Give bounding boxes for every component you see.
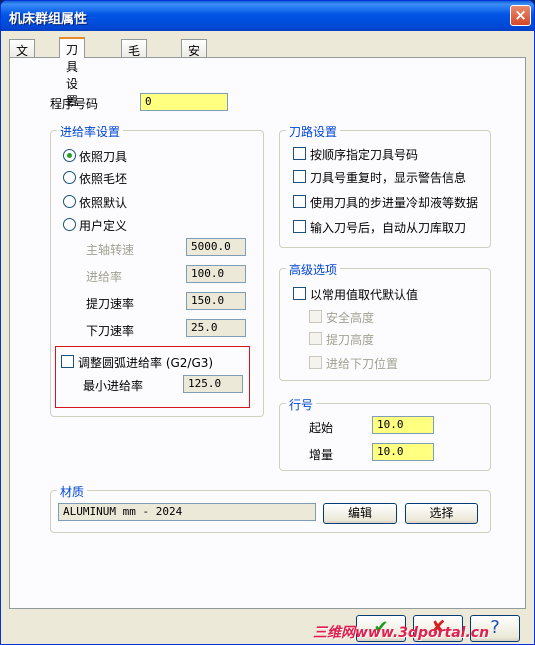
line-number-title: 行号 xyxy=(286,396,317,413)
arc-feed-label: 调整圆弧进给率 (G2/G3) xyxy=(78,356,214,370)
auto-library-label: 输入刀号后，自动从刀库取刀 xyxy=(310,221,467,235)
override-defaults-label: 以常用值取代默认值 xyxy=(310,288,419,302)
radio-user-defined-label: 用户定义 xyxy=(79,219,128,233)
use-tool-data-checkbox[interactable] xyxy=(293,195,306,208)
help-icon: ? xyxy=(490,617,500,638)
clearance-checkbox[interactable] xyxy=(309,310,322,323)
retract-height-label: 提刀高度 xyxy=(326,333,375,347)
tab-panel: 程序号码 0 进给率设置 依照刀具 依照毛坯 依照默认 用户定义 主轴转速 50… xyxy=(9,57,526,609)
override-defaults-checkbox[interactable] xyxy=(293,287,306,300)
plunge-rate-label: 下刀速率 xyxy=(86,324,135,338)
retract-rate-input[interactable]: 150.0 xyxy=(186,292,246,310)
radio-by-default[interactable] xyxy=(63,195,76,208)
toolpath-settings-title: 刀路设置 xyxy=(286,123,341,140)
edit-material-button[interactable]: 编辑 xyxy=(323,503,397,524)
feed-rate-label: 进给率 xyxy=(86,270,123,284)
arc-feed-checkbox[interactable] xyxy=(61,355,74,368)
sequential-tool-number-label: 按顺序指定刀具号码 xyxy=(310,148,419,162)
tab-safety-zone[interactable]: 安全区域 xyxy=(181,39,208,109)
dialog-window: 机床群组属性 × 文件 刀具设置 毛坯设置 安全区域 程序号码 0 进给率设置 … xyxy=(0,0,535,645)
feed-plane-checkbox[interactable] xyxy=(309,356,322,369)
line-start-input[interactable]: 10.0 xyxy=(372,416,434,434)
program-number-input[interactable]: 0 xyxy=(140,93,228,111)
material-title: 材质 xyxy=(57,483,88,500)
min-feed-label: 最小进给率 xyxy=(83,379,144,393)
advanced-options-title: 高级选项 xyxy=(286,261,341,278)
duplicate-warning-checkbox[interactable] xyxy=(293,170,306,183)
spindle-speed-label: 主轴转速 xyxy=(86,243,135,257)
close-button[interactable]: × xyxy=(510,5,531,26)
duplicate-warning-label: 刀具号重复时，显示警告信息 xyxy=(310,171,467,185)
sequential-tool-number-checkbox[interactable] xyxy=(293,147,306,160)
feed-plane-label: 进给下刀位置 xyxy=(326,357,399,371)
line-increment-label: 增量 xyxy=(309,448,334,462)
auto-library-checkbox[interactable] xyxy=(293,220,306,233)
radio-by-tool[interactable] xyxy=(63,149,76,162)
use-tool-data-label: 使用刀具的步进量冷却液等数据 xyxy=(310,196,479,210)
title-bar[interactable]: 机床群组属性 × xyxy=(1,1,534,31)
radio-by-default-label: 依照默认 xyxy=(79,196,128,210)
tab-stock-settings[interactable]: 毛坯设置 xyxy=(121,39,148,109)
retract-rate-label: 提刀速率 xyxy=(86,297,135,311)
radio-by-tool-label: 依照刀具 xyxy=(79,150,128,164)
feed-settings-title: 进给率设置 xyxy=(57,123,124,140)
select-material-button[interactable]: 选择 xyxy=(405,503,478,524)
line-start-label: 起始 xyxy=(309,421,334,435)
material-name-field: ALUMINUM mm - 2024 xyxy=(58,503,316,521)
radio-by-stock-label: 依照毛坯 xyxy=(79,172,128,186)
radio-user-defined[interactable] xyxy=(63,218,76,231)
radio-by-stock[interactable] xyxy=(63,171,76,184)
feed-rate-input[interactable]: 100.0 xyxy=(186,265,246,283)
tab-file[interactable]: 文件 xyxy=(9,39,36,75)
line-increment-input[interactable]: 10.0 xyxy=(372,443,434,461)
min-feed-input[interactable]: 125.0 xyxy=(183,375,243,393)
clearance-label: 安全高度 xyxy=(326,311,375,325)
plunge-rate-input[interactable]: 25.0 xyxy=(186,319,246,337)
retract-height-checkbox[interactable] xyxy=(309,332,322,345)
spindle-speed-input[interactable]: 5000.0 xyxy=(186,238,246,256)
window-title: 机床群组属性 xyxy=(9,12,88,27)
site-watermark: 三维网www.3dportal.cn xyxy=(313,625,490,641)
tab-tool-settings[interactable]: 刀具设置 xyxy=(59,37,86,108)
